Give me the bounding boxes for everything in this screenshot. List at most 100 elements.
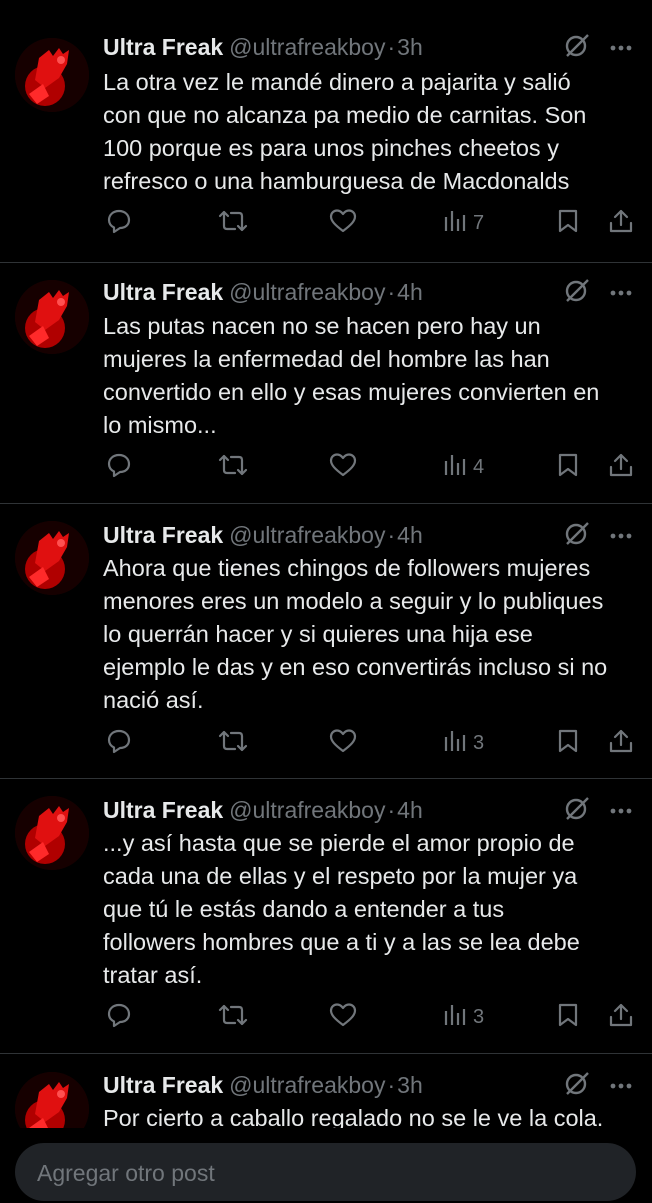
repost-button[interactable]	[218, 206, 248, 240]
header-icons	[564, 520, 632, 550]
post[interactable]: Ultra Freak @ultrafreakboy·4h Ahora que t…	[0, 504, 652, 779]
header-icons	[564, 795, 632, 825]
views-button[interactable]: 3	[443, 1000, 484, 1034]
bookmark-icon	[557, 208, 579, 239]
author-handle[interactable]: @ultrafreakboy	[229, 797, 385, 823]
post-actions: 3	[0, 726, 652, 760]
avatar[interactable]	[15, 521, 89, 595]
more-icon[interactable]	[610, 283, 632, 301]
reply-icon	[106, 728, 132, 759]
reply-button[interactable]	[106, 206, 132, 240]
repost-button[interactable]	[218, 450, 248, 484]
views-button[interactable]: 7	[443, 206, 484, 240]
repost-button[interactable]	[218, 726, 248, 760]
bookmark-icon	[557, 452, 579, 483]
views-count: 7	[473, 211, 485, 234]
author-name[interactable]: Ultra Freak	[103, 34, 223, 60]
header-icons	[564, 32, 632, 62]
separator: ·	[387, 797, 396, 823]
thread-feed: Ultra Freak @ultrafreakboy·3h La otra vez…	[0, 0, 652, 1128]
bookmark-button[interactable]	[557, 1000, 579, 1034]
more-icon[interactable]	[610, 38, 632, 56]
post[interactable]: Ultra Freak @ultrafreakboy·3h La otra vez…	[0, 30, 652, 263]
like-icon	[329, 1002, 357, 1033]
like-icon	[329, 208, 357, 239]
repost-button[interactable]	[218, 1000, 248, 1034]
post-actions: 3	[0, 1000, 652, 1034]
post-text: Las putas nacen no se hacen pero hay un …	[103, 313, 600, 438]
separator: ·	[387, 1072, 396, 1098]
repost-icon	[218, 728, 248, 759]
reply-button[interactable]	[106, 450, 132, 484]
post[interactable]: Ultra Freak @ultrafreakboy·3h Por cierto …	[0, 1054, 652, 1128]
repost-icon	[218, 1002, 248, 1033]
avatar[interactable]	[15, 38, 89, 112]
author-handle[interactable]: @ultrafreakboy	[229, 279, 385, 305]
bookmark-button[interactable]	[557, 726, 579, 760]
header-icons	[564, 277, 632, 307]
post-header: Ultra Freak @ultrafreakboy·3h	[103, 32, 632, 62]
grok-icon[interactable]	[564, 520, 590, 551]
reply-button[interactable]	[106, 1000, 132, 1034]
post-time[interactable]: 4h	[397, 522, 423, 548]
author-handle[interactable]: @ultrafreakboy	[229, 522, 385, 548]
avatar[interactable]	[15, 796, 89, 870]
reply-button[interactable]	[106, 726, 132, 760]
share-button[interactable]	[608, 450, 634, 484]
post-time[interactable]: 4h	[397, 797, 423, 823]
post[interactable]: Ultra Freak @ultrafreakboy·4h ...y así ha…	[0, 779, 652, 1054]
like-button[interactable]	[329, 206, 357, 240]
avatar[interactable]	[15, 280, 89, 354]
grok-icon[interactable]	[564, 795, 590, 826]
author-name[interactable]: Ultra Freak	[103, 797, 223, 823]
more-icon[interactable]	[610, 801, 632, 819]
repost-icon	[218, 452, 248, 483]
views-icon	[443, 453, 467, 482]
avatar[interactable]	[15, 1072, 89, 1128]
repost-icon	[218, 208, 248, 239]
like-button[interactable]	[329, 726, 357, 760]
post[interactable]: Ultra Freak @ultrafreakboy·4h Las putas n…	[0, 263, 652, 504]
post-header: Ultra Freak @ultrafreakboy·4h	[103, 277, 632, 307]
author-handle[interactable]: @ultrafreakboy	[229, 34, 385, 60]
views-count: 4	[473, 455, 485, 478]
reply-composer[interactable]	[15, 1143, 636, 1203]
bookmark-button[interactable]	[557, 450, 579, 484]
views-button[interactable]: 4	[443, 450, 484, 484]
grok-icon[interactable]	[564, 277, 590, 308]
like-icon	[329, 452, 357, 483]
header-icons	[564, 1070, 632, 1100]
share-button[interactable]	[608, 726, 634, 760]
post-header: Ultra Freak @ultrafreakboy·3h	[103, 1070, 632, 1100]
separator: ·	[387, 522, 396, 548]
grok-icon[interactable]	[564, 1070, 590, 1101]
share-button[interactable]	[608, 206, 634, 240]
post-header: Ultra Freak @ultrafreakboy·4h	[103, 795, 632, 825]
post-header: Ultra Freak @ultrafreakboy·4h	[103, 520, 632, 550]
bookmark-icon	[557, 728, 579, 759]
more-icon[interactable]	[610, 1076, 632, 1094]
views-button[interactable]: 3	[443, 726, 484, 760]
post-text: Por cierto a caballo regalado no se le v…	[103, 1105, 604, 1128]
author-handle[interactable]: @ultrafreakboy	[229, 1072, 385, 1098]
like-button[interactable]	[329, 1000, 357, 1034]
author-name[interactable]: Ultra Freak	[103, 522, 223, 548]
post-time[interactable]: 3h	[397, 1072, 423, 1098]
separator: ·	[387, 279, 396, 305]
reply-icon	[106, 452, 132, 483]
like-button[interactable]	[329, 450, 357, 484]
post-text: La otra vez le mandé dinero a pajarita y…	[103, 69, 587, 194]
share-icon	[608, 728, 634, 759]
post-time[interactable]: 4h	[397, 279, 423, 305]
author-name[interactable]: Ultra Freak	[103, 1072, 223, 1098]
bookmark-button[interactable]	[557, 206, 579, 240]
author-name[interactable]: Ultra Freak	[103, 279, 223, 305]
views-icon	[443, 209, 467, 238]
add-post-input[interactable]	[35, 1143, 619, 1203]
share-button[interactable]	[608, 1000, 634, 1034]
share-icon	[608, 208, 634, 239]
post-time[interactable]: 3h	[397, 34, 423, 60]
more-icon[interactable]	[610, 526, 632, 544]
grok-icon[interactable]	[564, 32, 590, 63]
post-text: Ahora que tienes chingos de followers mu…	[103, 555, 608, 713]
